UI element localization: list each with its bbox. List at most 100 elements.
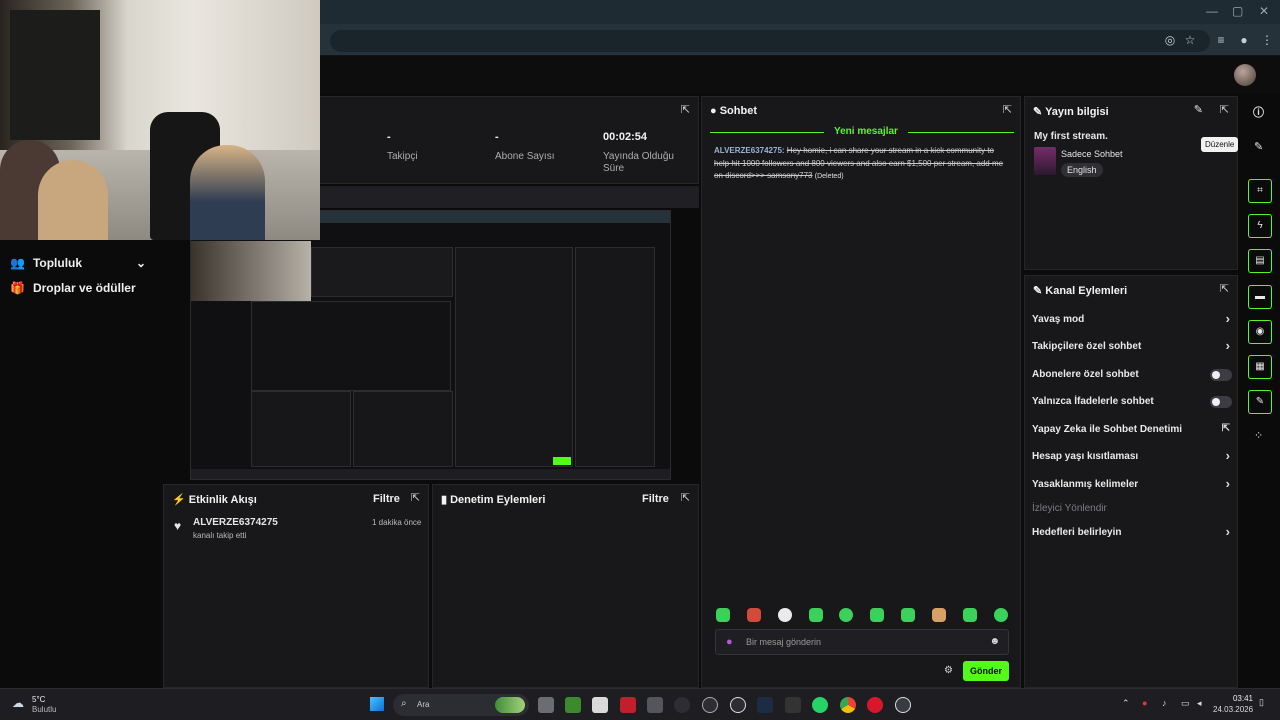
chevron-right-icon: › [1225,311,1230,326]
sidebar-item-community[interactable]: 👥 Topluluk ⌄ [10,256,146,270]
epic-games-icon[interactable] [785,697,801,713]
eye-off-icon[interactable]: ◎ [1161,31,1179,49]
minimize-icon[interactable]: — [1206,4,1218,18]
channel-actions-title: ✎ Kanal Eylemleri [1033,284,1127,297]
activity-filter-button[interactable]: Filtre [373,493,400,505]
chat-panel: ● Sohbet ⇱ Yeni mesajlar ALVERZE6374275:… [701,96,1021,688]
broadcast-icon[interactable]: ◉ [1248,320,1272,344]
maximize-icon[interactable]: ▢ [1232,4,1243,18]
emote-icon[interactable] [870,608,884,622]
amd-icon[interactable] [620,697,636,713]
popout-icon[interactable]: ⇱ [1220,103,1229,116]
action-slow-mode[interactable]: Yavaş mod › [1032,311,1232,326]
emote-icon[interactable] [747,608,761,622]
close-icon[interactable]: ✕ [1259,4,1269,18]
subscribers-label: Abone Sayısı [495,151,555,162]
store-icon[interactable] [592,697,608,713]
extensions-icon[interactable]: ≡ [1212,31,1230,49]
action-account-age[interactable]: Hesap yaşı kısıtlaması › [1032,448,1232,463]
whatsapp-icon[interactable] [812,697,828,713]
obs-icon[interactable] [895,697,911,713]
popout-icon[interactable]: ⇱ [411,491,420,504]
emote-icon[interactable] [716,608,730,622]
app-icon[interactable] [647,697,663,713]
tray-app-icon[interactable]: ● [1142,698,1147,708]
volume-icon[interactable]: ◂ [1197,698,1202,709]
action-followers-only[interactable]: Takipçilere özel sohbet › [1032,338,1232,353]
tools-icon[interactable]: ✎ [1248,390,1272,414]
star-icon[interactable]: ☆ [1181,31,1199,49]
action-ai-moderation[interactable]: Yapay Zeka ile Sohbet Denetimi ⇱ [1032,423,1232,435]
steam-icon[interactable] [757,697,773,713]
clock-date[interactable]: 24.03.2026 [1213,705,1253,714]
popout-icon[interactable]: ⇱ [1220,282,1229,295]
subscribers-only-toggle[interactable] [1210,369,1232,381]
sidebar-item-label: Topluluk [32,256,83,270]
action-label: Yasaklanmış kelimeler [1032,479,1139,490]
clock-time[interactable]: 03:41 [1225,694,1253,703]
chrome-icon[interactable] [840,697,856,713]
subscribers-value: - [495,131,499,143]
people-icon: 👥 [10,256,25,270]
notification-icon[interactable]: ▯ [1259,697,1264,708]
section-label: İzleyici Yönlendir [1032,503,1107,514]
gear-icon[interactable]: ⚙ [944,665,953,676]
webcam-overlay [0,0,320,240]
more-apps-icon[interactable]: ⁘ [1254,429,1263,442]
emote-icon[interactable] [994,608,1008,622]
app-icon[interactable] [702,697,718,713]
steelseries-icon[interactable] [730,697,746,713]
popout-icon[interactable]: ⇱ [1003,103,1012,116]
action-banned-words[interactable]: Yasaklanmış kelimeler › [1032,476,1232,491]
send-button[interactable]: Gönder [963,661,1009,681]
moderation-filter-button[interactable]: Filtre [642,493,669,505]
emote-icon[interactable] [963,608,977,622]
emote-icon[interactable] [839,608,853,622]
event-user[interactable]: ALVERZE6374275 [193,517,278,528]
chat-username[interactable]: ALVERZE6374275: [714,146,785,155]
wrench-icon: ✎ [1033,285,1046,297]
edit-pencil-icon[interactable]: ✎ [1254,140,1263,153]
microphone-icon[interactable]: ● [726,636,733,648]
list-item: ♥ ALVERZE6374275 kanalı takip etti 1 dak… [172,517,422,544]
emote-icon[interactable] [932,608,946,622]
info-icon[interactable]: ⓘ [1253,104,1264,120]
lightning-icon[interactable]: ϟ [1248,214,1272,238]
action-label: Takipçilere özel sohbet [1032,341,1142,352]
chevron-right-icon: › [1225,524,1230,539]
microphone-tray-icon[interactable]: ♪ [1162,698,1167,708]
pencil-icon[interactable]: ✎ [1194,103,1203,116]
notes-icon[interactable]: ▤ [1248,249,1272,273]
activity-title-text: Etkinlik Akışı [188,494,257,506]
dashboard-icon[interactable]: ▦ [1248,355,1272,379]
menu-dots-icon[interactable]: ⋮ [1258,31,1276,49]
user-avatar[interactable] [1234,64,1256,86]
emoji-icon[interactable]: ☻ [989,636,1000,647]
followers-label: Takipçi [387,151,418,162]
chat-icon[interactable]: ▬ [1248,285,1272,309]
profile-icon[interactable]: ● [1235,31,1253,49]
windows-start-icon[interactable] [370,697,384,711]
emotes-only-toggle[interactable] [1210,396,1232,408]
emote-icon[interactable] [778,608,792,622]
chat-input[interactable]: ● Bir mesaj gönderin ☻ [715,629,1009,655]
youtube-icon[interactable] [867,697,883,713]
sidebar-item-drops[interactable]: 🎁 Droplar ve ödüller [10,281,136,295]
task-view-icon[interactable] [538,697,554,713]
taskbar-search[interactable]: ⌕ Ara [393,694,529,716]
emote-icon[interactable] [901,608,915,622]
chevron-up-icon[interactable]: ⌃ [1122,698,1130,709]
stream-title: My first stream. [1034,131,1108,142]
app-icon[interactable] [674,697,690,713]
weather-temp[interactable]: 5°C [32,695,45,704]
popout-icon[interactable]: ⇱ [681,103,690,116]
clip-icon[interactable]: ⌗ [1248,179,1272,203]
popout-icon[interactable]: ⇱ [681,491,690,504]
nvidia-icon[interactable] [565,697,581,713]
address-bar[interactable] [330,30,1210,52]
chevron-right-icon: › [1225,338,1230,353]
stream-preview[interactable] [190,210,671,480]
emote-icon[interactable] [809,608,823,622]
action-set-goals[interactable]: Hedefleri belirleyin › [1032,524,1232,539]
network-icon[interactable]: ▭ [1181,698,1190,709]
